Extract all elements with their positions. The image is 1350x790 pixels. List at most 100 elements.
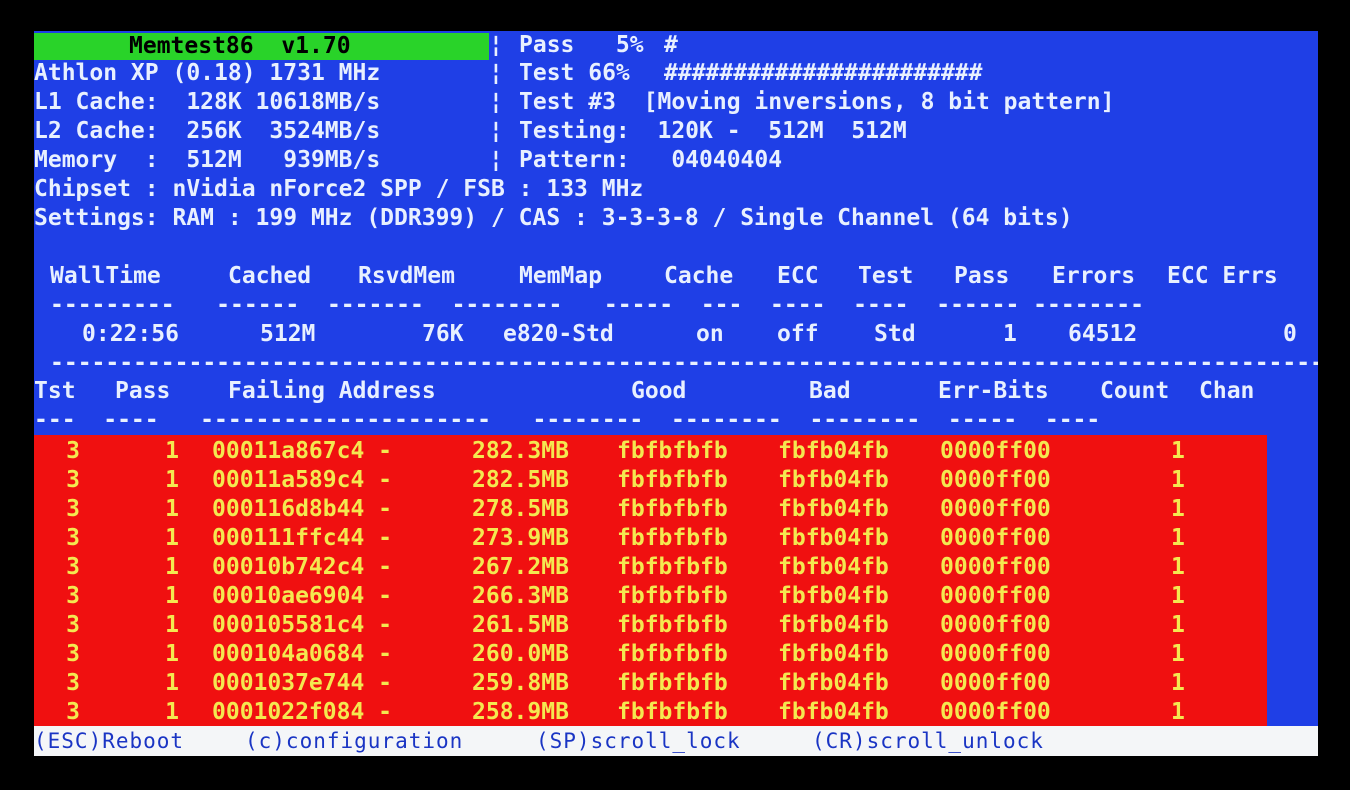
failing-size-cell: 273.9MB xyxy=(472,525,569,551)
col-chan: Chan xyxy=(1199,378,1255,404)
error-header-underline: --- ---- --------------------- -------- … xyxy=(34,414,1100,426)
cpu-info: Athlon XP (0.18) 1731 MHz xyxy=(34,60,381,86)
col-test: Test xyxy=(858,263,914,289)
pass-cell: 1 xyxy=(165,467,179,493)
separator: ¦ xyxy=(489,60,503,86)
testing-range: Testing: 120K - 512M 512M xyxy=(519,118,907,144)
err-bits-cell: 0000ff00 xyxy=(940,670,1051,696)
col-errors: Errors xyxy=(1052,263,1136,289)
good-cell: fbfbfbfb xyxy=(617,438,728,464)
col-good: Good xyxy=(631,378,687,404)
memory-info: Memory : 512M 939MB/s xyxy=(34,147,381,173)
err-bits-cell: 0000ff00 xyxy=(940,467,1051,493)
err-bits-cell: 0000ff00 xyxy=(940,612,1051,638)
l2-cache-info: L2 Cache: 256K 3524MB/s xyxy=(34,118,381,144)
error-row: 3 1 000104a0684 - 260.0MB fbfbfbfb fbfb04fb 00… xyxy=(34,640,1267,669)
col-count: Count xyxy=(1100,378,1170,404)
pass-cell: 1 xyxy=(165,438,179,464)
err-bits-cell: 0000ff00 xyxy=(940,496,1051,522)
col-pass: Pass xyxy=(954,263,1010,289)
scroll-lock-key[interactable]: (SP)scroll_lock xyxy=(536,726,741,756)
err-bits-cell: 0000ff00 xyxy=(940,438,1051,464)
count-cell: 1 xyxy=(1171,525,1185,551)
failing-size-cell: 260.0MB xyxy=(472,641,569,667)
failing-size-cell: 282.5MB xyxy=(472,467,569,493)
settings-info: Settings: RAM : 199 MHz (DDR399) / CAS :… xyxy=(34,205,1073,231)
good-cell: fbfbfbfb xyxy=(617,467,728,493)
header-underline: --------- ------ ------- -------- ----- … xyxy=(50,299,1144,311)
error-row: 3 1 0001037e744 - 259.8MB fbfbfbfb fbfb04fb 00… xyxy=(34,669,1267,698)
good-cell: fbfbfbfb xyxy=(617,554,728,580)
pass-progress-bar: # xyxy=(664,32,678,58)
separator: ¦ xyxy=(489,118,503,144)
scroll-unlock-key[interactable]: (CR)scroll_unlock xyxy=(812,726,1044,756)
test-pattern: Pattern: 04040404 xyxy=(519,147,783,173)
title-banner: Memtest86 v1.70 xyxy=(34,33,489,60)
configuration-key[interactable]: (c)configuration xyxy=(245,726,463,756)
failing-size-cell: 278.5MB xyxy=(472,496,569,522)
count-cell: 1 xyxy=(1171,670,1185,696)
good-cell: fbfbfbfb xyxy=(617,612,728,638)
failing-address-cell: 000116d8b44 - xyxy=(212,496,393,522)
error-row: 3 1 000111ffc44 - 273.9MB fbfbfbfb fbfb04fb 00… xyxy=(34,524,1267,553)
col-err-pass: Pass xyxy=(115,378,171,404)
tst-cell: 3 xyxy=(66,612,80,638)
good-cell: fbfbfbfb xyxy=(617,583,728,609)
app-title: Memtest86 v1.70 xyxy=(129,33,351,59)
failing-size-cell: 259.8MB xyxy=(472,670,569,696)
bad-cell: fbfb04fb xyxy=(778,612,889,638)
error-row: 3 1 00010b742c4 - 267.2MB fbfbfbfb fbfb04fb 00… xyxy=(34,553,1267,582)
walltime-value: 0:22:56 xyxy=(82,321,179,347)
bad-cell: fbfb04fb xyxy=(778,670,889,696)
errors-value: 64512 xyxy=(1068,321,1138,347)
l1-cache-info: L1 Cache: 128K 10618MB/s xyxy=(34,89,381,115)
good-cell: fbfbfbfb xyxy=(617,699,728,725)
count-cell: 1 xyxy=(1171,496,1185,522)
pass-cell: 1 xyxy=(165,641,179,667)
error-row: 3 1 000116d8b44 - 278.5MB fbfbfbfb fbfb04fb 00… xyxy=(34,495,1267,524)
err-bits-cell: 0000ff00 xyxy=(940,554,1051,580)
failing-address-cell: 00010b742c4 - xyxy=(212,554,393,580)
count-cell: 1 xyxy=(1171,583,1185,609)
test-value: Std xyxy=(874,321,916,347)
memmap-value: e820-Std xyxy=(503,321,614,347)
current-test: Test #3 [Moving inversions, 8 bit patter… xyxy=(519,89,1115,115)
rsvdmem-value: 76K xyxy=(422,321,464,347)
reboot-key[interactable]: (ESC)Reboot xyxy=(34,726,184,756)
count-cell: 1 xyxy=(1171,554,1185,580)
error-row: 3 1 00010ae6904 - 266.3MB fbfbfbfb fbfb04fb 00… xyxy=(34,582,1267,611)
failing-size-cell: 282.3MB xyxy=(472,438,569,464)
test-progress-bar: ####################### xyxy=(664,60,983,86)
tst-cell: 3 xyxy=(66,438,80,464)
failing-address-cell: 000105581c4 - xyxy=(212,612,393,638)
separator: ¦ xyxy=(489,147,503,173)
count-cell: 1 xyxy=(1171,438,1185,464)
separator: ¦ xyxy=(489,32,503,58)
good-cell: fbfbfbfb xyxy=(617,496,728,522)
bad-cell: fbfb04fb xyxy=(778,554,889,580)
pass-progress-label: Pass 5% xyxy=(519,32,644,58)
failing-size-cell: 267.2MB xyxy=(472,554,569,580)
col-walltime: WallTime xyxy=(50,263,161,289)
failing-size-cell: 261.5MB xyxy=(472,612,569,638)
pass-cell: 1 xyxy=(165,699,179,725)
error-table[interactable]: 3 1 00011a867c4 - 282.3MB fbfbfbfb fbfb04fb 00… xyxy=(34,435,1267,727)
section-divider: ----------------------------------------… xyxy=(50,357,1318,369)
bad-cell: fbfb04fb xyxy=(778,699,889,725)
error-row: 3 1 00011a867c4 - 282.3MB fbfbfbfb fbfb04fb 00… xyxy=(34,437,1267,466)
failing-address-cell: 00010ae6904 - xyxy=(212,583,393,609)
bad-cell: fbfb04fb xyxy=(778,583,889,609)
pass-cell: 1 xyxy=(165,496,179,522)
pass-cell: 1 xyxy=(165,525,179,551)
col-ecc-errs: ECC Errs xyxy=(1167,263,1278,289)
failing-size-cell: 266.3MB xyxy=(472,583,569,609)
pass-cell: 1 xyxy=(165,583,179,609)
col-bad: Bad xyxy=(809,378,851,404)
error-row: 3 1 00011a589c4 - 282.5MB fbfbfbfb fbfb04fb 00… xyxy=(34,466,1267,495)
col-failing-address: Failing Address xyxy=(228,378,436,404)
failing-address-cell: 000104a0684 - xyxy=(212,641,393,667)
err-bits-cell: 0000ff00 xyxy=(940,641,1051,667)
bad-cell: fbfb04fb xyxy=(778,467,889,493)
err-bits-cell: 0000ff00 xyxy=(940,583,1051,609)
count-cell: 1 xyxy=(1171,641,1185,667)
